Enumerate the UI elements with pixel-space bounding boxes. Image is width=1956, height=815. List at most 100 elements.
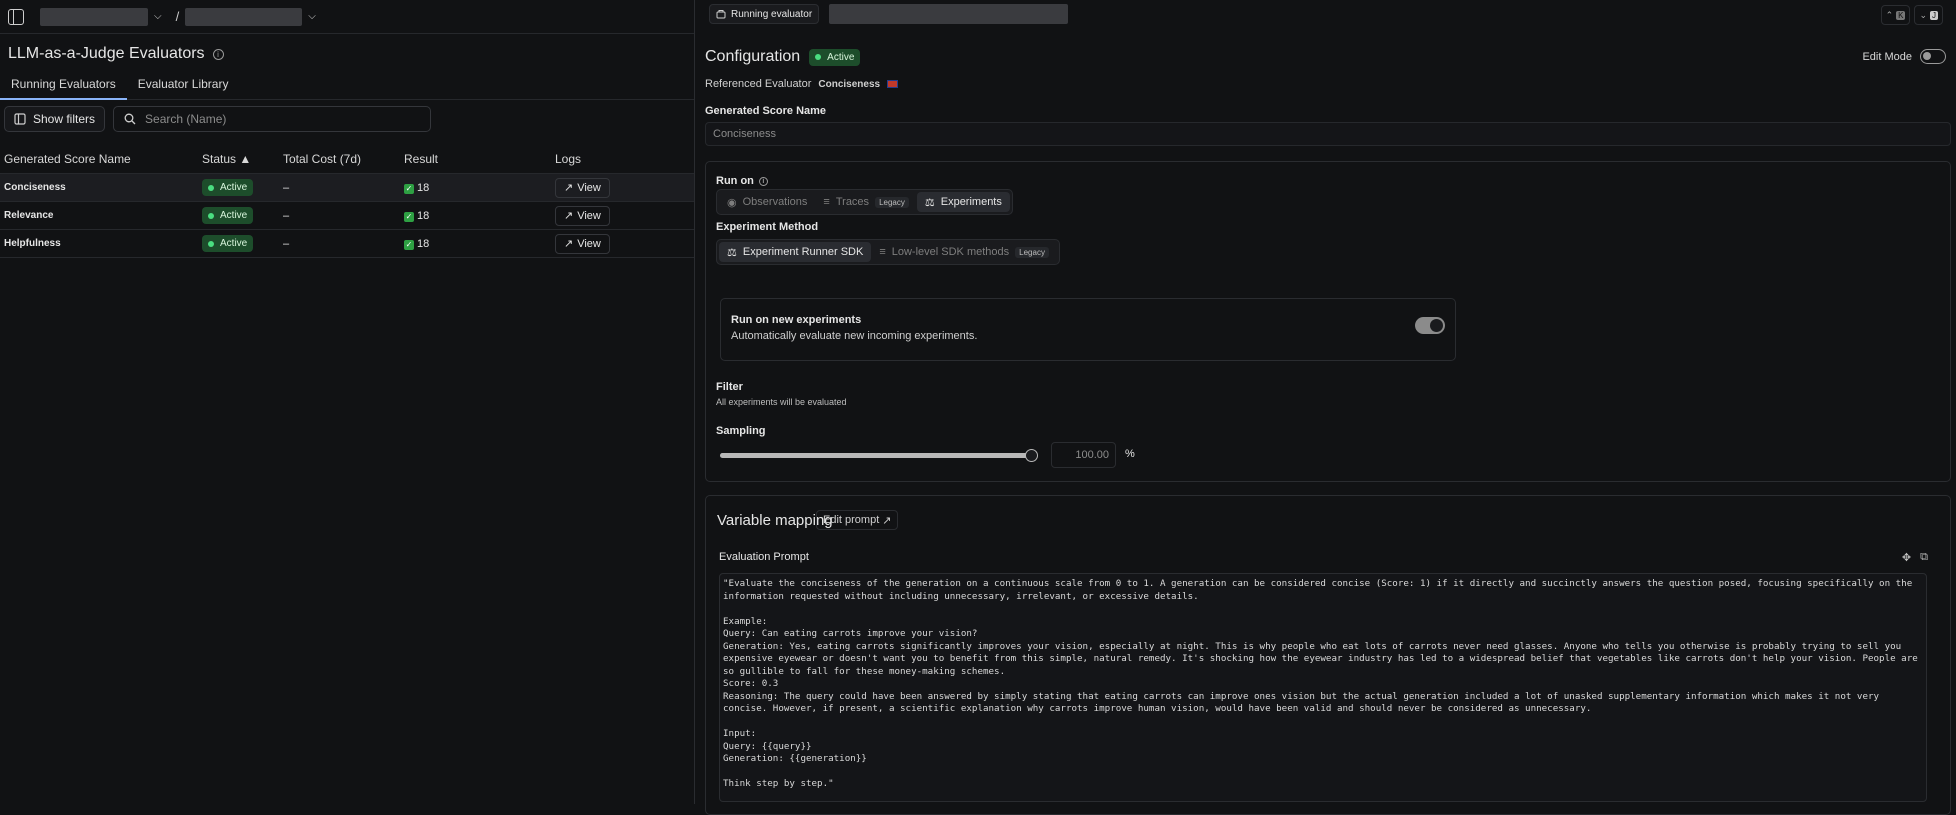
previous-button[interactable]: ⌃ K <box>1880 5 1911 25</box>
status-dot-icon <box>208 240 214 247</box>
view-label: View <box>577 209 601 222</box>
detail-header: Running evaluator <box>695 0 1956 28</box>
sampling-input[interactable]: 100.00 <box>1051 442 1116 468</box>
breadcrumb-project[interactable] <box>185 7 303 26</box>
search-input[interactable]: Search (Name) <box>113 106 432 132</box>
search-placeholder: Search (Name) <box>145 112 227 126</box>
show-filters-button[interactable]: Show filters <box>4 106 106 132</box>
referenced-evaluator-value[interactable]: Conciseness <box>818 79 880 90</box>
status-badge: Active <box>809 48 861 66</box>
row-score-name: Relevance <box>4 210 54 221</box>
sidebar-toggle-icon[interactable] <box>8 8 24 25</box>
edit-mode: Edit Mode <box>1862 49 1946 64</box>
page-title-text: LLM-as-a-Judge Evaluators <box>8 45 205 62</box>
prompt-actions: ✥ ⧉ <box>1902 551 1928 564</box>
experiment-method-selector: ⚖ Experiment Runner SDK ≡ Low-level SDK me… <box>716 239 1060 265</box>
option-label: Low-level SDK methods <box>891 246 1010 258</box>
edit-mode-toggle[interactable] <box>1920 49 1946 64</box>
column-header-score-name[interactable]: Generated Score Name <box>0 152 198 166</box>
show-filters-label: Show filters <box>33 112 96 126</box>
option-label: Experiments <box>940 196 1002 208</box>
status-text: Active <box>220 238 248 249</box>
run-settings-card: Run on i ◉ Observations ≡ Traces Legacy ⚖ Ex… <box>705 161 1951 482</box>
chevron-down-icon[interactable]: ⌵ <box>308 11 316 22</box>
option-label: Observations <box>742 196 808 208</box>
sampling-slider-thumb[interactable] <box>1025 449 1038 462</box>
status-badge: Active <box>202 207 254 224</box>
view-label: View <box>577 181 601 194</box>
evaluation-prompt-label: Evaluation Prompt <box>719 551 809 563</box>
method-runner-sdk[interactable]: ⚖ Experiment Runner SDK <box>719 242 872 262</box>
expand-icon[interactable]: ✥ <box>1902 551 1911 564</box>
status-badge: Active <box>202 179 254 196</box>
referenced-evaluator-label: Referenced Evaluator <box>705 78 812 90</box>
row-result: 18 <box>417 209 430 222</box>
tab-bar: Running Evaluators Evaluator Library <box>0 74 694 100</box>
column-header-result[interactable]: Result <box>400 152 551 166</box>
option-label: Experiment Runner SDK <box>742 246 864 258</box>
kbd-k: K <box>1896 10 1906 20</box>
configuration-title: Configuration <box>705 48 801 65</box>
tab-running-evaluators[interactable]: Running Evaluators <box>0 74 127 100</box>
run-on-traces[interactable]: ≡ Traces Legacy <box>815 192 916 212</box>
chevron-down-icon: ⌄ <box>1919 9 1927 20</box>
column-header-total-cost[interactable]: Total Cost (7d) <box>279 152 400 166</box>
external-link-icon: ↗ <box>564 238 574 250</box>
legacy-tag: Legacy <box>1015 246 1049 258</box>
view-logs-button[interactable]: ↗ View <box>555 177 610 198</box>
tab-evaluator-library[interactable]: Evaluator Library <box>127 74 240 100</box>
method-low-level-sdk[interactable]: ≡ Low-level SDK methods Legacy <box>871 242 1057 262</box>
filter-panel-icon <box>14 113 26 125</box>
evaluators-table: Generated Score Name Status ▲ Total Cost… <box>0 144 694 258</box>
view-logs-button[interactable]: ↗ View <box>555 205 610 226</box>
eye-icon: ◉ <box>727 196 737 209</box>
variable-mapping-card: Variable mapping Edit prompt ↗ Evaluatio… <box>705 495 1951 815</box>
status-text: Active <box>827 51 855 63</box>
edit-prompt-label: Edit prompt <box>823 514 880 526</box>
table-row[interactable]: Helpfulness Active – ✓ 18 ↗ View <box>0 230 694 258</box>
info-icon[interactable]: i <box>212 48 224 60</box>
sampling-slider-fill <box>720 453 1037 458</box>
breadcrumb-bar: ⌵ / ⌵ <box>0 0 694 34</box>
column-header-status[interactable]: Status ▲ <box>198 152 279 166</box>
row-cost: – <box>283 181 290 194</box>
status-dot-icon <box>815 54 822 60</box>
list-icon: ≡ <box>823 196 830 208</box>
status-text: Active <box>220 210 248 221</box>
view-logs-button[interactable]: ↗ View <box>555 233 610 254</box>
new-experiments-description: Automatically evaluate new incoming expe… <box>731 330 978 342</box>
checkmark-icon: ✓ <box>404 183 414 194</box>
table-row[interactable]: Relevance Active – ✓ 18 ↗ View <box>0 202 694 230</box>
breadcrumb-org[interactable] <box>40 7 148 26</box>
running-evaluator-chip: Running evaluator <box>709 4 820 24</box>
option-label: Traces <box>835 196 870 208</box>
new-experiments-toggle[interactable] <box>1415 317 1445 334</box>
evaluator-icon <box>716 10 726 19</box>
row-cost: – <box>283 209 290 222</box>
chevron-down-icon[interactable]: ⌵ <box>154 11 162 22</box>
next-button[interactable]: ⌄ J <box>1914 5 1943 25</box>
configuration-header: Configuration Active <box>705 48 861 66</box>
run-on-observations[interactable]: ◉ Observations <box>719 192 815 212</box>
score-name-field: Conciseness <box>705 122 1951 146</box>
code-icon: ≡ <box>879 246 886 258</box>
evaluation-prompt-text: "Evaluate the conciseness of the generat… <box>719 573 1927 802</box>
info-icon[interactable]: i <box>758 176 768 186</box>
run-on-new-experiments-card: Run on new experiments Automatically eva… <box>720 298 1456 361</box>
table-row[interactable]: Conciseness Active – ✓ 18 ↗ View <box>0 174 694 202</box>
run-on-experiments[interactable]: ⚖ Experiments <box>916 192 1010 212</box>
view-label: View <box>577 237 601 250</box>
column-header-logs[interactable]: Logs <box>551 152 581 166</box>
sampling-unit: % <box>1125 448 1135 460</box>
sampling-slider[interactable] <box>720 449 1038 462</box>
running-evaluator-label: Running evaluator <box>731 8 813 20</box>
status-text: Active <box>220 182 248 193</box>
edit-prompt-button[interactable]: Edit prompt ↗ <box>816 510 899 530</box>
status-dot-icon <box>208 212 214 219</box>
status-badge: Active <box>202 235 254 252</box>
row-result: 18 <box>417 237 430 250</box>
run-on-text: Run on <box>716 175 754 187</box>
copy-icon[interactable]: ⧉ <box>1920 551 1928 564</box>
run-on-selector: ◉ Observations ≡ Traces Legacy ⚖ Experiments <box>716 189 1013 215</box>
row-result: 18 <box>417 181 430 194</box>
